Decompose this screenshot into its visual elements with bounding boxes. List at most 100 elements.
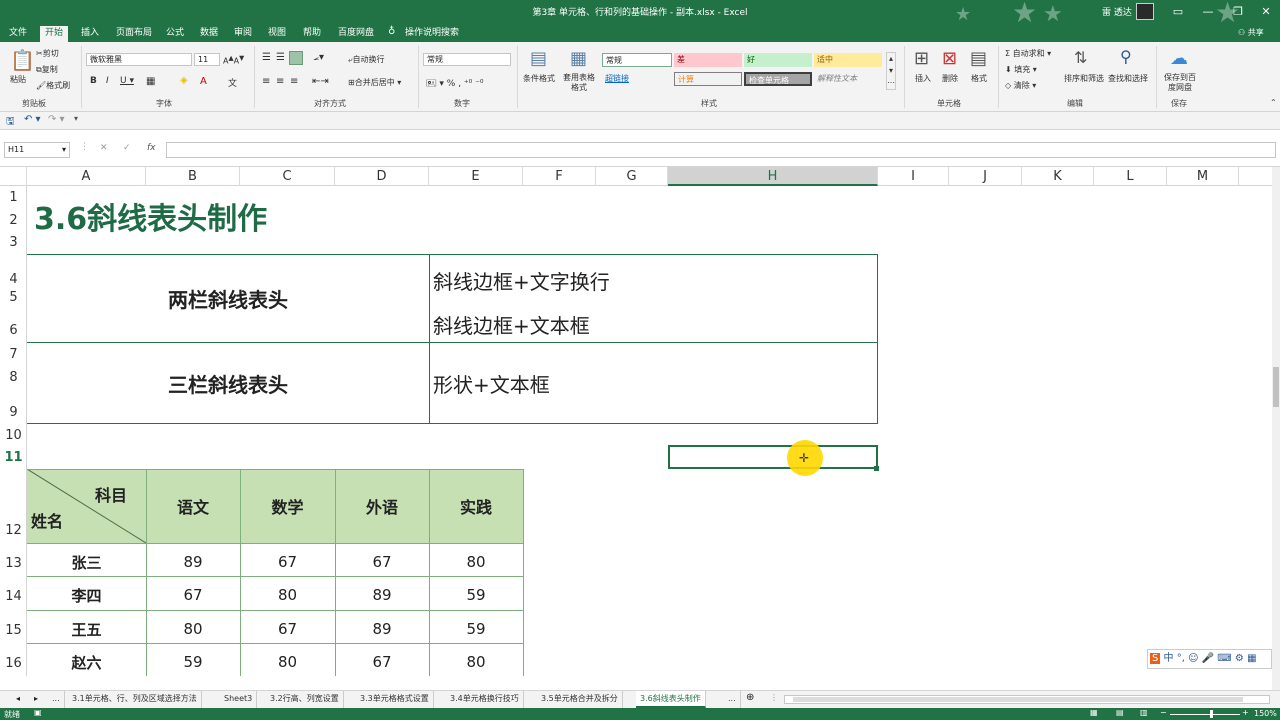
- delete-cells-icon[interactable]: ⊠: [942, 48, 957, 69]
- phonetic-icon[interactable]: 文: [228, 76, 237, 89]
- score-cell[interactable]: 80: [429, 548, 523, 576]
- row-header[interactable]: 5: [0, 290, 27, 305]
- ribbon-display-icon[interactable]: ▭: [1166, 2, 1190, 22]
- score-cell[interactable]: 80: [146, 615, 240, 643]
- search-icon[interactable]: ⚲: [1120, 47, 1132, 66]
- two-column-label[interactable]: 两栏斜线表头: [27, 255, 429, 342]
- zoom-out-icon[interactable]: −: [1160, 708, 1167, 717]
- page-break-view-icon[interactable]: ▥: [1140, 708, 1148, 717]
- conditional-format-button[interactable]: 条件格式: [523, 73, 555, 84]
- two-column-method-1[interactable]: 斜线边框+文字换行: [433, 266, 610, 295]
- column-header[interactable]: K: [1022, 167, 1094, 186]
- row-header[interactable]: 2: [0, 213, 27, 228]
- sheet-tab[interactable]: 3.2行高、列宽设置: [266, 691, 344, 708]
- clear-button[interactable]: ◇ 清除 ▾: [1005, 80, 1036, 91]
- column-header-selected[interactable]: H: [668, 167, 878, 186]
- tab-view[interactable]: 视图: [263, 26, 291, 42]
- sheet-tab[interactable]: 3.4单元格换行技巧: [446, 691, 524, 708]
- sort-filter-icon[interactable]: ⇅: [1074, 48, 1087, 67]
- align-left-icon[interactable]: ≡: [262, 76, 270, 87]
- score-cell[interactable]: 67: [335, 548, 429, 576]
- active-cell-h11[interactable]: [668, 445, 878, 469]
- score-cell[interactable]: 67: [240, 548, 335, 576]
- format-painter-button[interactable]: 🖌格式刷: [36, 80, 70, 91]
- three-column-method[interactable]: 形状+文本框: [433, 369, 550, 398]
- fill-handle[interactable]: [874, 466, 879, 471]
- save-icon[interactable]: 🖫: [6, 114, 15, 131]
- column-header[interactable]: J: [949, 167, 1022, 186]
- column-header[interactable]: B: [146, 167, 240, 186]
- column-header[interactable]: L: [1094, 167, 1167, 186]
- scroll-thumb[interactable]: [793, 697, 1243, 702]
- close-button[interactable]: ✕: [1254, 2, 1278, 22]
- column-header[interactable]: F: [523, 167, 596, 186]
- scroll-thumb[interactable]: [1273, 367, 1279, 407]
- style-explanatory[interactable]: 解释性文本: [814, 72, 882, 86]
- sheet-tab[interactable]: 3.3单元格格式设置: [356, 691, 434, 708]
- style-calculation[interactable]: 计算: [674, 72, 742, 86]
- sheet-tab-active[interactable]: 3.6斜线表头制作: [636, 691, 706, 708]
- undo-icon[interactable]: ↶ ▾: [24, 114, 41, 125]
- sort-filter-button[interactable]: 排序和筛选: [1064, 73, 1104, 84]
- format-table-button[interactable]: 套用表格格式: [562, 73, 596, 93]
- share-button[interactable]: ⚇ 共享: [1238, 27, 1264, 38]
- style-bad[interactable]: 差: [674, 53, 742, 67]
- zoom-slider-thumb[interactable]: [1210, 710, 1213, 718]
- tell-me-search[interactable]: 操作说明搜索: [400, 26, 464, 42]
- style-check-cell[interactable]: 检查单元格: [744, 72, 812, 86]
- format-table-icon[interactable]: ▦: [570, 48, 587, 69]
- worksheet-grid[interactable]: 3.6斜线表头制作 两栏斜线表头 斜线边框+文字换行 斜线边框+文本框 三栏斜线…: [27, 186, 1272, 676]
- align-middle-icon[interactable]: ☰: [276, 52, 285, 63]
- column-header[interactable]: C: [240, 167, 335, 186]
- horizontal-scrollbar[interactable]: [784, 695, 1270, 704]
- conditional-format-icon[interactable]: ▤: [530, 48, 547, 69]
- tab-split-handle-icon[interactable]: ⋮: [770, 693, 778, 702]
- row-header[interactable]: 12: [0, 523, 27, 538]
- score-cell[interactable]: 59: [146, 648, 240, 676]
- align-top-icon[interactable]: ☰: [262, 52, 271, 63]
- normal-view-icon[interactable]: ▦: [1090, 708, 1098, 717]
- wrap-text-button[interactable]: ⤶自动换行: [348, 54, 384, 65]
- column-header[interactable]: M: [1167, 167, 1239, 186]
- row-header[interactable]: 7: [0, 347, 27, 362]
- insert-function-icon[interactable]: fx: [147, 143, 156, 153]
- font-color-icon[interactable]: A: [200, 76, 207, 87]
- row-header[interactable]: 6: [0, 323, 27, 338]
- save-baidu-button[interactable]: 保存到百度网盘: [1162, 73, 1198, 93]
- score-cell[interactable]: 80: [240, 648, 335, 676]
- row-header[interactable]: 9: [0, 405, 27, 420]
- merge-center-button[interactable]: ⊞合并后居中 ▾: [348, 77, 401, 88]
- select-all-button[interactable]: [0, 167, 27, 186]
- account-name[interactable]: 雷 透达: [1102, 5, 1132, 18]
- currency-icon[interactable]: 🖭 ▾ % , ⁺⁰ ⁻⁰: [426, 76, 484, 92]
- cancel-icon[interactable]: ✕: [100, 143, 108, 153]
- prev-sheet-icon[interactable]: ◂: [16, 694, 20, 703]
- paste-button[interactable]: 粘贴: [10, 74, 26, 85]
- style-neutral[interactable]: 适中: [814, 53, 882, 67]
- tab-formulas[interactable]: 公式: [161, 26, 189, 42]
- score-cell[interactable]: 89: [335, 615, 429, 643]
- add-sheet-icon[interactable]: ⊕: [746, 692, 754, 703]
- align-bottom-icon[interactable]: [289, 51, 303, 65]
- macro-record-icon[interactable]: ▣: [34, 708, 42, 717]
- indent-icon[interactable]: ⇤⇥: [312, 76, 329, 87]
- avatar[interactable]: [1136, 3, 1154, 20]
- score-cell[interactable]: 67: [240, 615, 335, 643]
- tab-data[interactable]: 数据: [195, 26, 223, 42]
- sheet-tab[interactable]: 3.1单元格、行、列及区域选择方法: [68, 691, 202, 708]
- underline-button[interactable]: U ▾: [120, 76, 134, 86]
- drag-handle-icon[interactable]: ⋮: [80, 142, 89, 152]
- insert-cells-button[interactable]: 插入: [915, 73, 931, 84]
- ime-toolbar[interactable]: S 中 °, ☺ 🎤 ⌨ ⚙ ▦: [1147, 649, 1272, 669]
- align-right-icon[interactable]: ≡: [290, 76, 298, 87]
- tab-help[interactable]: 帮助: [298, 26, 326, 42]
- zoom-in-icon[interactable]: +: [1242, 708, 1249, 717]
- font-grow-icon[interactable]: A▲A▼: [223, 54, 244, 66]
- sheet-tab-overflow[interactable]: ...: [48, 691, 65, 708]
- copy-button[interactable]: ⧉复制: [36, 64, 58, 75]
- formula-input[interactable]: [166, 142, 1276, 158]
- name-box[interactable]: H11 ▾: [4, 142, 70, 158]
- format-cells-button[interactable]: 格式: [971, 73, 987, 84]
- row-header[interactable]: 16: [0, 656, 27, 671]
- row-header-selected[interactable]: 11: [0, 450, 27, 465]
